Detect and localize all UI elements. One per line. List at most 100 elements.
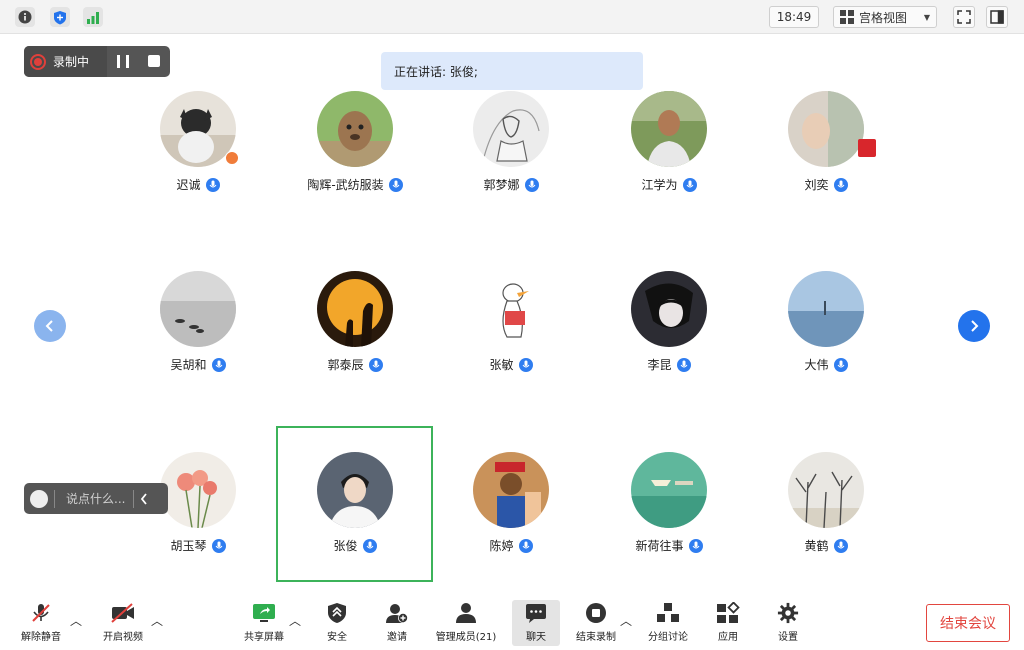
settings-label: 设置 — [778, 632, 798, 643]
stop-record-icon — [586, 603, 606, 623]
participant-tile[interactable]: 黄鹤 — [748, 440, 904, 596]
stop-recording-button[interactable] — [148, 55, 160, 67]
participant-tile[interactable]: 郭梦娜 — [433, 79, 589, 235]
camera-off-icon — [111, 603, 134, 623]
unmute-label: 解除静音 — [21, 632, 61, 643]
participant-name: 大伟 — [804, 358, 829, 372]
avatar — [317, 91, 393, 167]
apps-icon — [717, 602, 740, 623]
title-bar: 18:49 宫格视图 ▼ — [0, 0, 1024, 34]
end-recording-button[interactable]: 结束录制 — [574, 598, 618, 646]
mic-icon — [682, 177, 697, 192]
breakout-icon — [657, 603, 679, 622]
shield-icon[interactable] — [50, 7, 70, 27]
emoji-icon[interactable] — [30, 489, 48, 508]
collapse-chevron-icon[interactable] — [140, 492, 148, 505]
participants-icon — [456, 603, 476, 623]
participant-name: 陈婷 — [489, 539, 514, 553]
participant-name: 吴胡和 — [170, 358, 207, 372]
avatar — [788, 271, 864, 347]
recording-control: 录制中 — [24, 46, 170, 77]
recording-label: 录制中 — [53, 55, 90, 69]
participant-tile[interactable]: 郭泰辰 — [277, 259, 433, 415]
breakout-rooms-button[interactable]: 分组讨论 — [646, 598, 690, 646]
participant-tile[interactable]: 迟诚 — [120, 79, 276, 235]
mic-icon — [833, 177, 848, 192]
add-user-icon — [386, 604, 408, 623]
sidebar-toggle-button[interactable] — [986, 6, 1008, 28]
avatar — [631, 452, 707, 528]
caret-down-icon: ▼ — [923, 12, 930, 22]
avatar — [788, 452, 864, 528]
participant-name: 郭梦娜 — [483, 178, 520, 192]
chat-button[interactable]: 聊天 — [512, 600, 560, 646]
participant-name: 新荷往事 — [635, 539, 684, 553]
invite-label: 邀请 — [387, 632, 407, 643]
mic-muted-icon — [32, 604, 50, 622]
share-screen-label: 共享屏幕 — [244, 632, 284, 643]
participant-tile[interactable]: 李昆 — [591, 259, 747, 415]
flag-badge-icon — [858, 139, 876, 157]
participant-tile[interactable]: 张敏 — [433, 259, 589, 415]
chevron-right-icon — [971, 320, 979, 332]
participant-name: 黄鹤 — [804, 539, 829, 553]
avatar — [317, 271, 393, 347]
manage-participants-label: 管理成员(21) — [435, 632, 497, 643]
participant-tile[interactable]: 江学为 — [591, 79, 747, 235]
mic-icon — [211, 357, 226, 372]
mic-icon — [833, 357, 848, 372]
mic-icon — [524, 177, 539, 192]
mic-icon — [688, 538, 703, 553]
share-options-chevron-icon[interactable]: ︿ — [289, 612, 301, 629]
participant-name: 胡玉琴 — [170, 539, 207, 553]
recording-dot-icon — [30, 53, 46, 70]
unmute-button[interactable]: 解除静音 — [18, 598, 64, 646]
invite-button[interactable]: 邀请 — [382, 598, 412, 646]
quick-chat-bar[interactable]: 说点什么... — [24, 483, 168, 514]
video-options-chevron-icon[interactable]: ︿ — [151, 612, 163, 629]
avatar — [473, 271, 549, 347]
view-selector[interactable]: 宫格视图 ▼ — [833, 6, 937, 28]
mic-icon — [518, 357, 533, 372]
avatar — [631, 91, 707, 167]
chat-input[interactable]: 说点什么... — [66, 490, 125, 507]
start-video-button[interactable]: 开启视频 — [100, 598, 146, 646]
participant-tile[interactable]: 陈婷 — [433, 440, 589, 596]
avatar — [631, 271, 707, 347]
end-meeting-button[interactable]: 结束会议 — [926, 604, 1010, 642]
active-speaker-frame — [276, 426, 433, 582]
settings-button[interactable]: 设置 — [774, 598, 802, 646]
share-screen-button[interactable]: 共享屏幕 — [240, 598, 288, 646]
meeting-clock: 18:49 — [769, 6, 819, 28]
participant-tile[interactable]: 大伟 — [748, 259, 904, 415]
info-icon[interactable] — [15, 7, 35, 27]
pause-recording-button[interactable] — [117, 55, 129, 68]
participant-name: 迟诚 — [176, 178, 201, 192]
chat-bubble-icon — [526, 604, 546, 623]
mic-icon — [211, 538, 226, 553]
participant-name: 张敏 — [489, 358, 514, 372]
audio-options-chevron-icon[interactable]: ︿ — [70, 612, 82, 629]
avatar — [160, 271, 236, 347]
participant-tile[interactable]: 吴胡和 — [120, 259, 276, 415]
previous-page-button[interactable] — [34, 310, 66, 342]
security-button[interactable]: 安全 — [322, 598, 352, 646]
participant-tile[interactable]: 胡玉琴 — [120, 440, 276, 596]
participant-tile[interactable]: 刘奕 — [748, 79, 904, 235]
apps-label: 应用 — [718, 632, 738, 643]
apps-button[interactable]: 应用 — [714, 598, 742, 646]
view-selector-label: 宫格视图 — [859, 10, 908, 25]
host-badge-icon — [225, 151, 239, 165]
participant-name: 郭泰辰 — [327, 358, 364, 372]
recording-options-chevron-icon[interactable]: ︿ — [620, 612, 632, 629]
chat-label: 聊天 — [526, 632, 546, 643]
signal-icon[interactable] — [83, 7, 103, 27]
participant-tile[interactable]: 陶辉-武纺服装 — [277, 79, 433, 235]
manage-participants-button[interactable]: 管理成员(21) — [434, 598, 498, 646]
next-page-button[interactable] — [958, 310, 990, 342]
mic-icon — [518, 538, 533, 553]
fullscreen-button[interactable] — [953, 6, 975, 28]
avatar — [788, 91, 864, 167]
grid-view-icon — [840, 10, 854, 24]
participant-tile[interactable]: 新荷往事 — [591, 440, 747, 596]
